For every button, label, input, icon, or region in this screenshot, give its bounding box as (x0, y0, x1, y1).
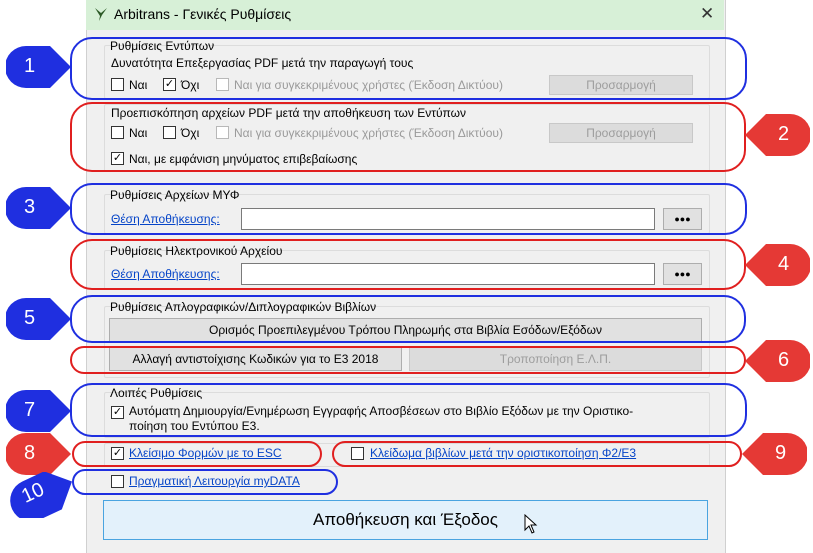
marker-9-arrow (742, 433, 807, 475)
marker-7-label: 7 (24, 399, 36, 421)
app-logo-icon (95, 8, 107, 21)
marker-7-arrow (6, 390, 71, 432)
esc-close-checkbox[interactable]: ✓ (111, 447, 124, 460)
archive-location-link[interactable]: Θέση Αποθήκευσης: (111, 267, 220, 281)
myf-location-input[interactable] (241, 208, 655, 230)
marker-8-label: 8 (24, 442, 36, 464)
pdf-preview-yes-checkbox[interactable] (111, 126, 124, 139)
depreciation-checkbox[interactable]: ✓ (111, 406, 124, 419)
pdf-edit-no-checkbox[interactable]: ✓ (163, 78, 176, 91)
books-label: Ρυθμίσεις Απλογραφικών/Διπλογραφικών Βιβ… (110, 300, 377, 314)
pdf-preview-specific-users-checkbox[interactable] (216, 126, 229, 139)
pdf-preview-confirm-label: Ναι, με εμφάνιση μηνύματος επιβεβαίωσης (129, 152, 358, 166)
pdf-edit-customize-button[interactable]: Προσαρμογή (549, 75, 693, 95)
other-settings-label: Λοιπές Ρυθμίσεις (110, 386, 203, 400)
marker-3-arrow (6, 187, 71, 229)
marker-3-label: 3 (24, 196, 36, 218)
pdf-edit-no-label: Όχι (181, 78, 200, 92)
pdf-preview-yes-label: Ναι (129, 126, 148, 140)
lock-books-label[interactable]: Κλείδωμα βιβλίων μετά την οριστικοποίηση… (370, 446, 636, 460)
esc-close-label[interactable]: Κλείσιμο Φορμών με το ESC (129, 446, 282, 460)
pdf-edit-yes-label: Ναι (129, 78, 148, 92)
marker-4-label: 4 (778, 253, 790, 275)
myf-files-label: Ρυθμίσεις Αρχείων ΜΥΦ (110, 188, 240, 202)
mouse-cursor-icon (524, 514, 538, 534)
pdf-preview-confirm-checkbox[interactable]: ✓ (111, 152, 124, 165)
marker-9-label: 9 (775, 442, 787, 464)
pdf-edit-label: Δυνατότητα Επεξεργασίας PDF μετά την παρ… (111, 56, 414, 70)
pdf-preview-label: Προεπισκόπηση αρχείων PDF μετά την αποθή… (111, 106, 467, 120)
pdf-edit-specific-users-checkbox[interactable] (216, 78, 229, 91)
pdf-preview-specific-users-label: Ναι για συγκεκριμένους χρήστες (Έκδοση Δ… (234, 126, 503, 140)
elp-edit-button[interactable]: Τροποποίηση Ε.Λ.Π. (409, 347, 702, 371)
pdf-preview-customize-button[interactable]: Προσαρμογή (549, 123, 693, 143)
depreciation-label-line2: ποίηση του Εντύπου Ε3. (129, 419, 260, 433)
mydata-checkbox[interactable] (111, 475, 124, 488)
marker-1-arrow (6, 46, 71, 88)
archive-browse-button[interactable]: ●●● (663, 263, 702, 285)
marker-6-label: 6 (778, 349, 790, 371)
marker-5-label: 5 (24, 307, 36, 329)
electronic-archive-label: Ρυθμίσεις Ηλεκτρονικού Αρχείου (110, 244, 283, 258)
myf-location-link[interactable]: Θέση Αποθήκευσης: (111, 212, 220, 226)
pdf-edit-specific-users-label: Ναι για συγκεκριμένους χρήστες (Έκδοση Δ… (234, 78, 503, 92)
archive-location-input[interactable] (241, 263, 655, 285)
close-icon[interactable]: ✕ (700, 4, 714, 24)
marker-2-arrow (745, 114, 810, 156)
marker-5-arrow (6, 298, 71, 340)
e3-mapping-button[interactable]: Αλλαγή αντιστοίχισης Κωδικών για το Ε3 2… (109, 347, 402, 371)
pdf-preview-no-label: Όχι (181, 126, 200, 140)
depreciation-label-line1: Αυτόματη Δημιουργία/Ενημέρωση Εγγραφής Α… (129, 404, 634, 418)
marker-4-arrow (745, 244, 810, 286)
print-settings-label: Ρυθμίσεις Εντύπων (110, 39, 215, 53)
marker-1-label: 1 (24, 55, 36, 77)
pdf-preview-no-checkbox[interactable] (163, 126, 176, 139)
save-and-exit-button[interactable]: Αποθήκευση και Έξοδος (103, 500, 708, 540)
window-title: Arbitrans - Γενικές Ρυθμίσεις (114, 6, 292, 22)
default-payment-button[interactable]: Ορισμός Προεπιλεγμένου Τρόπου Πληρωμής σ… (109, 318, 702, 342)
lock-books-checkbox[interactable] (351, 447, 364, 460)
pdf-edit-yes-checkbox[interactable] (111, 78, 124, 91)
mydata-label[interactable]: Πραγματική Λειτουργία myDATA (129, 474, 300, 488)
myf-browse-button[interactable]: ●●● (663, 208, 702, 230)
marker-2-label: 2 (778, 123, 790, 145)
marker-6-arrow (745, 340, 810, 382)
marker-8-arrow (6, 433, 71, 475)
